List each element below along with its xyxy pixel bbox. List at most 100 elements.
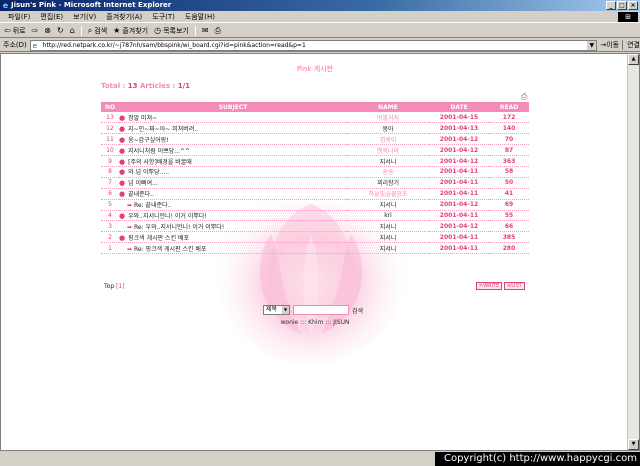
row-date: 2001-04-12	[429, 144, 489, 157]
scroll-up-icon[interactable]: ▲	[628, 54, 639, 65]
menu-bar: 파일(F) 편집(E) 보기(V) 즐겨찾기(A) 도구(T) 도움말(H) ⊞	[0, 11, 640, 23]
row-subject-link[interactable]: Re: 끝내준다..	[134, 202, 171, 209]
home-button[interactable]: ⌂	[70, 26, 75, 35]
reply-arrow-icon: ➡	[127, 223, 133, 231]
print-page-icon[interactable]: ⎙	[521, 92, 527, 102]
board-row[interactable]: 11 ● 웅~감구싶어랑! 겸쑥이 2001-04-12 70	[101, 133, 529, 146]
row-author[interactable]: 버블거지	[347, 112, 429, 124]
mail-button[interactable]: ✉	[202, 26, 209, 35]
history-button[interactable]: ◷ 목록보기	[154, 26, 189, 36]
row-read-count: 280	[489, 242, 529, 255]
board-row[interactable]: 2 ● 핑크색 게시판 스킨 배포 지서니 2001-04-11 385	[101, 231, 529, 244]
board-row[interactable]: 5 ➡ Re: 끝내준다.. 지서니 2001-04-12 69	[101, 199, 529, 211]
row-subject-link[interactable]: Re: 우와..지서니언니! 이거 이뿌다!	[134, 224, 224, 231]
row-subject-link[interactable]: [주의 사항]배경을 바꿀때	[128, 159, 192, 166]
row-subject-cell[interactable]: ➡ Re: 핑크색 게시판 스킨 배포	[119, 242, 347, 255]
board-row[interactable]: 9 ● [주의 사항]배경을 바꿀때 지서니 2001-04-12 363	[101, 155, 529, 167]
row-author[interactable]: 뭉아	[347, 122, 429, 135]
row-author[interactable]: 행복나라	[347, 144, 429, 157]
row-subject-cell[interactable]: ● 핑크색 게시판 스킨 배포	[119, 231, 347, 244]
search-area: 제목 ▼ 검색	[263, 305, 363, 315]
row-read-count: 69	[489, 199, 529, 211]
scroll-down-icon[interactable]: ▼	[628, 439, 639, 450]
row-subject-cell[interactable]: ● 우와..지서니언니! 이거 이뿌다!	[119, 210, 347, 222]
row-number: 4	[101, 210, 119, 222]
write-button[interactable]: ✎WRITE	[476, 282, 503, 290]
back-button[interactable]: ⇦ 뒤로	[4, 26, 26, 36]
favorites-button[interactable]: ★ 즐겨찾기	[113, 26, 148, 36]
row-subject-cell[interactable]: ● 끝내준다..	[119, 188, 347, 200]
status-bar: Copyright(c) http://www.happycgi.com	[0, 452, 640, 466]
board-row[interactable]: 4 ● 우와..지서니언니! 이거 이뿌다! kri 2001-04-11 55	[101, 210, 529, 222]
minimize-button[interactable]: _	[606, 1, 616, 10]
row-subject-cell[interactable]: ➡ Re: 우와..지서니언니! 이거 이뿌다!	[119, 220, 347, 233]
refresh-button[interactable]: ↻	[57, 26, 64, 35]
menu-tools[interactable]: 도구(T)	[152, 12, 175, 22]
row-author[interactable]: 숑숑	[347, 166, 429, 178]
go-button[interactable]: →이동	[600, 40, 619, 50]
maximize-button[interactable]: □	[617, 1, 627, 10]
row-subject-link[interactable]: Re: 핑크색 게시판 스킨 배포	[134, 246, 206, 253]
row-author[interactable]: 꾀리향기	[347, 177, 429, 189]
row-author[interactable]: 지서니	[347, 220, 429, 233]
row-subject-link[interactable]: 핑크색 게시판 스킨 배포	[128, 235, 189, 242]
board-row[interactable]: 3 ➡ Re: 우와..지서니언니! 이거 이뿌다! 지서니 2001-04-12 66	[101, 220, 529, 233]
toolbar-separator	[194, 25, 196, 36]
row-author[interactable]: 겸쑥이	[347, 133, 429, 146]
row-subject-cell[interactable]: ● 웅~감구싶어랑!	[119, 133, 347, 146]
row-subject-link[interactable]: 웅~감구싶어랑!	[128, 137, 169, 144]
bullet-icon: ●	[119, 146, 126, 155]
row-subject-link[interactable]: 정말 미쳐~	[128, 115, 157, 122]
stop-button[interactable]: ⊗	[44, 26, 51, 35]
row-author[interactable]: 하늘빛@물망초	[347, 188, 429, 200]
close-button[interactable]: ×	[628, 1, 638, 10]
board-row[interactable]: 8 ● 와 넘 이뿌당..... 숑숑 2001-04-11 58	[101, 166, 529, 178]
row-subject-cell[interactable]: ➡ Re: 끝내준다..	[119, 199, 347, 211]
row-author[interactable]: 지서니	[347, 155, 429, 167]
print-button[interactable]: ⎙	[215, 26, 221, 36]
board-row[interactable]: 1 ➡ Re: 핑크색 게시판 스킨 배포 지서니 2001-04-11 280	[101, 242, 529, 255]
row-date: 2001-04-15	[429, 112, 489, 124]
row-subject-link[interactable]: 넘 이뻐여...	[128, 180, 158, 187]
row-author[interactable]: 지서니	[347, 199, 429, 211]
bullet-icon: ●	[119, 211, 126, 220]
forward-button[interactable]: ⇨	[32, 26, 39, 35]
search-field-select[interactable]: 제목 ▼	[263, 305, 290, 315]
row-subject-link[interactable]: 끝내준다..	[128, 191, 154, 198]
row-subject-cell[interactable]: ● 와 넘 이뿌당.....	[119, 166, 347, 178]
row-author[interactable]: kri	[347, 210, 429, 222]
menu-help[interactable]: 도움말(H)	[185, 12, 215, 22]
menu-view[interactable]: 보기(V)	[73, 12, 96, 22]
row-subject-cell[interactable]: ● 정말 미쳐~	[119, 112, 347, 124]
address-dropdown-icon[interactable]: ▼	[587, 40, 597, 50]
menu-file[interactable]: 파일(F)	[8, 12, 30, 22]
row-subject-link[interactable]: 지~인~짜~아~ 미쳐버려..	[128, 126, 198, 133]
board-row[interactable]: 12 ● 지~인~짜~아~ 미쳐버려.. 뭉아 2001-04-13 140	[101, 122, 529, 135]
row-subject-link[interactable]: 와 넘 이뿌당.....	[128, 169, 169, 176]
board-row[interactable]: 13 ● 정말 미쳐~ 버블거지 2001-04-15 172	[101, 112, 529, 124]
address-input[interactable]: e http://red.netpark.co.kr/~j787nh/sam/b…	[29, 39, 598, 51]
row-subject-cell[interactable]: ● 지서니처럼 이쁘당...^^	[119, 144, 347, 157]
search-button[interactable]: ⌕ 검색	[88, 26, 107, 36]
page-indicator: 1/1	[177, 82, 191, 90]
board-row[interactable]: 6 ● 끝내준다.. 하늘빛@물망초 2001-04-11 41	[101, 188, 529, 200]
links-button[interactable]: 연결	[622, 40, 640, 50]
page-link-1[interactable]: [1]	[116, 283, 125, 290]
row-subject-cell[interactable]: ● 넘 이뻐여...	[119, 177, 347, 189]
top-link[interactable]: Top [1]	[104, 283, 125, 290]
search-input[interactable]	[293, 305, 349, 315]
row-subject-cell[interactable]: ● [주의 사항]배경을 바꿀때	[119, 155, 347, 167]
menu-edit[interactable]: 편집(E)	[40, 12, 63, 22]
row-subject-cell[interactable]: ● 지~인~짜~아~ 미쳐버려..	[119, 122, 347, 135]
board-row[interactable]: 7 ● 넘 이뻐여... 꾀리향기 2001-04-11 50	[101, 177, 529, 189]
row-author[interactable]: 지서니	[347, 242, 429, 255]
menu-favorites[interactable]: 즐겨찾기(A)	[106, 12, 142, 22]
list-button[interactable]: ≡LIST	[504, 282, 525, 290]
row-subject-link[interactable]: 우와..지서니언니! 이거 이뿌다!	[128, 213, 207, 220]
search-submit-button[interactable]: 검색	[352, 306, 363, 315]
board-row[interactable]: 10 ● 지서니처럼 이쁘당...^^ 행복나라 2001-04-12 87	[101, 144, 529, 157]
row-author[interactable]: 지서니	[347, 231, 429, 244]
vertical-scrollbar[interactable]: ▲ ▼	[627, 54, 639, 450]
row-subject-link[interactable]: 지서니처럼 이쁘당...^^	[128, 148, 190, 155]
row-number: 13	[101, 112, 119, 124]
